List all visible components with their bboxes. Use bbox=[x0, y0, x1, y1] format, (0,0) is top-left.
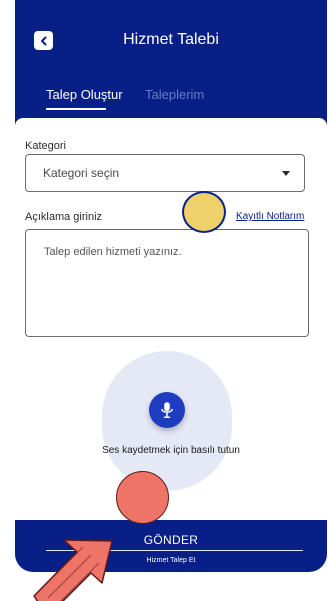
send-button[interactable]: GÖNDER bbox=[15, 533, 327, 547]
description-label: Açıklama giriniz bbox=[25, 211, 103, 223]
record-hint: Ses kaydetmek için basılı tutun bbox=[102, 445, 240, 456]
saved-notes-link[interactable]: Kayıtlı Notlarım bbox=[236, 211, 304, 223]
divider bbox=[46, 550, 303, 551]
tab-bar: Talep Oluştur Taleplerim bbox=[15, 86, 327, 118]
record-button[interactable] bbox=[149, 392, 185, 428]
submit-bar: GÖNDER Hizmet Talep Et bbox=[15, 520, 327, 572]
red-marker bbox=[116, 471, 169, 524]
active-tab-indicator bbox=[46, 108, 106, 110]
yellow-marker bbox=[182, 191, 226, 233]
category-select-value: Kategori seçin bbox=[43, 166, 120, 180]
category-label: Kategori bbox=[25, 140, 66, 152]
microphone-icon bbox=[161, 402, 173, 418]
description-placeholder: Talep edilen hizmeti yazınız. bbox=[44, 246, 182, 258]
chevron-down-icon bbox=[282, 171, 290, 176]
tab-taleplerim[interactable]: Taleplerim bbox=[145, 86, 204, 104]
category-select[interactable]: Kategori seçin bbox=[25, 154, 305, 192]
send-sub-label: Hizmet Talep Et bbox=[146, 557, 196, 564]
page-title: Hizmet Talebi bbox=[123, 31, 219, 48]
tab-talep-olustur[interactable]: Talep Oluştur bbox=[46, 86, 123, 104]
form-panel: Kategori Kategori seçin Açıklama giriniz… bbox=[15, 118, 327, 520]
app-header: Hizmet Talebi Talep Oluştur Taleplerim bbox=[15, 0, 327, 118]
description-textarea[interactable]: Talep edilen hizmeti yazınız. bbox=[25, 229, 309, 337]
phone-screen: Hizmet Talebi Talep Oluştur Taleplerim K… bbox=[15, 0, 327, 572]
